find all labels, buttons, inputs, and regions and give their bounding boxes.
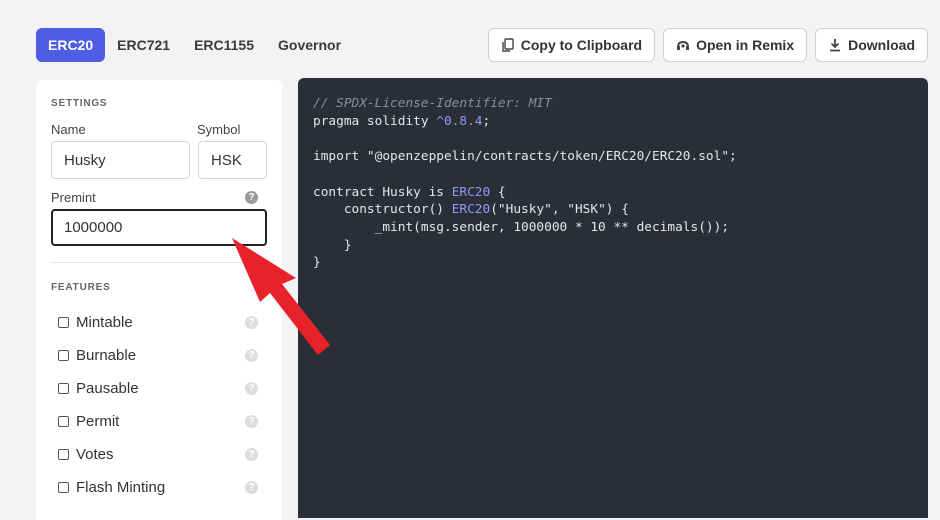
contract-type-tabs: ERC20 ERC721 ERC1155 Governor xyxy=(36,28,353,62)
pausable-help-icon[interactable]: ? xyxy=(245,382,258,395)
section-divider xyxy=(51,262,267,263)
feature-votes[interactable]: Votes xyxy=(58,444,114,464)
permit-help-icon[interactable]: ? xyxy=(245,415,258,428)
code-contract-open: { xyxy=(490,184,506,200)
code-constructor: constructor() xyxy=(313,202,452,218)
votes-help-icon[interactable]: ? xyxy=(245,448,258,461)
mintable-help-icon[interactable]: ? xyxy=(245,316,258,329)
settings-section-title: SETTINGS xyxy=(51,98,108,109)
tab-governor[interactable]: Governor xyxy=(266,28,353,62)
name-label: Name xyxy=(51,122,86,137)
flash-minting-label: Flash Minting xyxy=(76,478,166,496)
votes-label: Votes xyxy=(76,445,114,463)
code-contract-base: ERC20 xyxy=(451,184,491,200)
clipboard-icon xyxy=(502,38,514,52)
symbol-input[interactable] xyxy=(198,141,267,179)
tab-erc721[interactable]: ERC721 xyxy=(105,28,182,62)
tab-erc1155[interactable]: ERC1155 xyxy=(182,28,266,62)
flash-minting-help-icon[interactable]: ? xyxy=(245,481,258,494)
download-icon xyxy=(830,39,841,52)
code-pragma-end: ; xyxy=(482,113,491,129)
burnable-checkbox[interactable] xyxy=(58,349,69,361)
burnable-help-icon[interactable]: ? xyxy=(245,349,258,362)
pausable-label: Pausable xyxy=(76,379,139,397)
feature-mintable[interactable]: Mintable xyxy=(58,312,133,332)
solidity-code: // SPDX-License-Identifier: MIT pragma s… xyxy=(313,95,737,272)
download-button-label: Download xyxy=(848,37,915,53)
code-import-line: import "@openzeppelin/contracts/token/ER… xyxy=(313,149,737,165)
votes-checkbox[interactable] xyxy=(58,448,69,460)
pausable-checkbox[interactable] xyxy=(58,382,69,394)
premint-input[interactable] xyxy=(51,209,267,246)
premint-label: Premint xyxy=(51,190,96,205)
feature-permit[interactable]: Permit xyxy=(58,411,119,431)
code-close-constructor: } xyxy=(313,237,352,253)
permit-label: Permit xyxy=(76,412,120,430)
copy-to-clipboard-button[interactable]: Copy to Clipboard xyxy=(487,28,656,62)
permit-checkbox[interactable] xyxy=(58,415,69,427)
code-license-comment: // SPDX-License-Identifier: MIT xyxy=(313,96,552,111)
tab-erc20[interactable]: ERC20 xyxy=(36,28,106,62)
code-mint-line: _mint(msg.sender, 1000000 * 10 ** decima… xyxy=(313,219,730,235)
copy-button-label: Copy to Clipboard xyxy=(520,37,643,53)
mintable-label: Mintable xyxy=(76,313,133,331)
feature-pausable[interactable]: Pausable xyxy=(58,378,139,398)
mintable-checkbox[interactable] xyxy=(58,316,69,328)
burnable-label: Burnable xyxy=(76,346,137,364)
feature-burnable[interactable]: Burnable xyxy=(58,345,136,365)
code-editor-panel[interactable]: // SPDX-License-Identifier: MIT pragma s… xyxy=(298,78,928,518)
remix-icon xyxy=(677,40,690,50)
name-input[interactable] xyxy=(51,141,190,179)
remix-button-label: Open in Remix xyxy=(696,37,795,53)
features-section-title: FEATURES xyxy=(51,282,111,293)
action-bar: Copy to Clipboard Open in Remix Download xyxy=(487,28,928,62)
code-pragma-version: ^0.8.4 xyxy=(436,113,483,129)
open-in-remix-button[interactable]: Open in Remix xyxy=(663,28,808,62)
code-constructor-base: ERC20 xyxy=(451,202,491,218)
download-button[interactable]: Download xyxy=(815,28,928,62)
flash-minting-checkbox[interactable] xyxy=(58,481,69,493)
code-constructor-args: ("Husky", "HSK") { xyxy=(490,202,629,218)
code-pragma-keyword: pragma solidity xyxy=(313,113,437,129)
settings-sidebar: SETTINGS Name Symbol Premint ? FEATURES … xyxy=(36,80,282,520)
symbol-label: Symbol xyxy=(197,122,241,137)
code-contract-decl: contract Husky is xyxy=(313,184,452,200)
premint-help-icon[interactable]: ? xyxy=(245,191,258,204)
feature-flash-minting[interactable]: Flash Minting xyxy=(58,477,165,497)
code-close-contract: } xyxy=(313,255,321,271)
